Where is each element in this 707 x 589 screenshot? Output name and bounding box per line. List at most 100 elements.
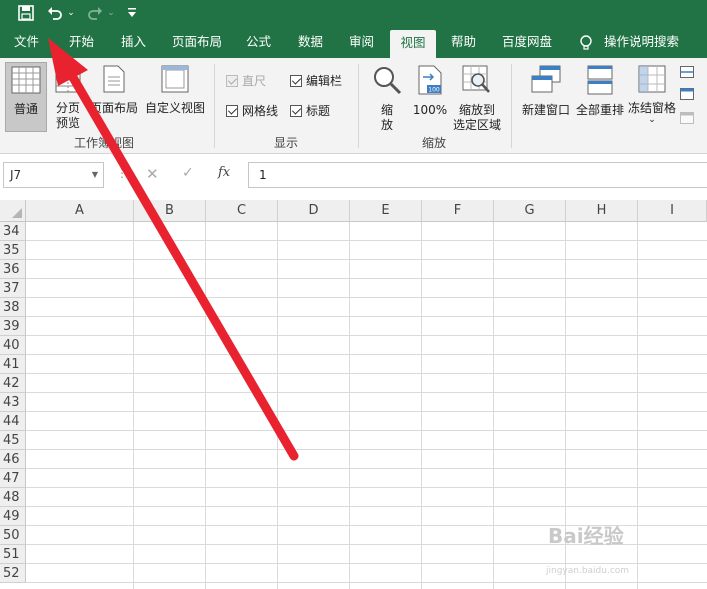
name-box-value: J7 — [10, 168, 22, 182]
tell-me-search[interactable]: 操作说明搜索 — [600, 26, 683, 58]
page-layout-view-button[interactable]: 页面布局 — [88, 62, 140, 132]
tab-formulas[interactable]: 公式 — [242, 26, 275, 58]
tab-home[interactable]: 开始 — [65, 26, 98, 58]
row-header[interactable]: 39 — [0, 317, 26, 336]
zoom-100-label: 100% — [412, 103, 448, 117]
row-header[interactable]: 40 — [0, 336, 26, 355]
unhide-button[interactable] — [680, 112, 707, 126]
row-header[interactable]: 51 — [0, 545, 26, 564]
row-header[interactable]: 36 — [0, 260, 26, 279]
column-header-e[interactable]: E — [350, 200, 422, 222]
freeze-panes-button[interactable]: 冻结窗格 ⌄ — [627, 62, 677, 132]
zoom-label-2: 放 — [380, 118, 393, 132]
zoom-label-1: 缩 — [380, 103, 393, 117]
column-header-g[interactable]: G — [494, 200, 566, 222]
gridline — [26, 449, 707, 450]
group-divider — [214, 64, 215, 148]
split-button[interactable] — [680, 66, 707, 80]
ruler-checkbox[interactable]: 直尺 — [226, 73, 266, 89]
gridline — [26, 468, 707, 469]
zoom-to-selection-button[interactable]: 缩放到 选定区域 — [451, 62, 503, 132]
enter-icon[interactable]: ✓ — [182, 165, 194, 181]
normal-view-label: 普通 — [13, 102, 38, 116]
row-header[interactable]: 38 — [0, 298, 26, 317]
new-window-icon — [518, 65, 574, 99]
row-header[interactable]: 48 — [0, 488, 26, 507]
row-header[interactable]: 49 — [0, 507, 26, 526]
hide-button[interactable] — [680, 88, 707, 102]
undo-icon[interactable] — [44, 2, 66, 24]
formula-bar: J7 ▼ ⋮ ✕ ✓ fx 1 — [0, 154, 707, 200]
row-header[interactable]: 42 — [0, 374, 26, 393]
gridline — [205, 222, 206, 589]
page-break-preview-button[interactable]: 分页 预览 — [50, 62, 86, 132]
zoom-group-label: 缩放 — [422, 136, 447, 150]
tab-review[interactable]: 审阅 — [345, 26, 378, 58]
row-header[interactable]: 43 — [0, 393, 26, 412]
freeze-panes-icon — [627, 65, 677, 97]
row-header[interactable]: 41 — [0, 355, 26, 374]
gridlines-checkbox[interactable]: 网格线 — [226, 103, 278, 119]
formula-bar-check-icon — [290, 75, 302, 87]
row-header[interactable]: 37 — [0, 279, 26, 298]
redo-dropdown-icon[interactable]: ⌄ — [106, 2, 116, 24]
zoom-selection-label-1: 缩放到 — [458, 103, 495, 117]
formula-bar-checkbox[interactable]: 编辑栏 — [290, 73, 342, 89]
gridline — [26, 411, 707, 412]
magnifier-icon — [366, 65, 408, 99]
select-all-button[interactable] — [0, 200, 26, 222]
gridlines-check-icon — [226, 105, 238, 117]
formula-bar-grip-icon[interactable]: ⋮ — [116, 166, 128, 180]
gridline — [349, 222, 350, 589]
new-window-button[interactable]: 新建窗口 — [518, 62, 574, 132]
custom-views-icon — [144, 65, 206, 97]
normal-view-icon — [6, 66, 46, 98]
customize-qat-icon[interactable] — [124, 2, 140, 24]
row-header[interactable]: 50 — [0, 526, 26, 545]
tab-data[interactable]: 数据 — [294, 26, 327, 58]
gridline — [26, 278, 707, 279]
normal-view-button[interactable]: 普通 — [5, 62, 47, 132]
gridline — [421, 222, 422, 589]
tab-page-layout[interactable]: 页面布局 — [168, 26, 226, 58]
row-header[interactable]: 47 — [0, 469, 26, 488]
tab-help[interactable]: 帮助 — [447, 26, 480, 58]
row-header[interactable]: 35 — [0, 241, 26, 260]
column-header-c[interactable]: C — [206, 200, 278, 222]
column-header-f[interactable]: F — [422, 200, 494, 222]
arrange-all-button[interactable]: 全部重排 — [575, 62, 625, 132]
insert-function-icon[interactable]: fx — [218, 165, 230, 180]
undo-dropdown-icon[interactable]: ⌄ — [66, 2, 76, 24]
column-header-b[interactable]: B — [134, 200, 206, 222]
row-header[interactable]: 46 — [0, 450, 26, 469]
tab-view[interactable]: 视图 — [390, 30, 436, 58]
column-header-i[interactable]: I — [638, 200, 707, 222]
column-header-h[interactable]: H — [566, 200, 638, 222]
name-box-dropdown-icon[interactable]: ▼ — [92, 163, 98, 187]
tab-insert[interactable]: 插入 — [117, 26, 150, 58]
name-box[interactable]: J7 ▼ — [3, 162, 104, 188]
row-header[interactable]: 44 — [0, 412, 26, 431]
workbook-views-group-label: 工作簿视图 — [74, 136, 135, 150]
row-header[interactable]: 52 — [0, 564, 26, 583]
row-header[interactable]: 34 — [0, 222, 26, 241]
save-icon[interactable] — [14, 2, 38, 24]
tab-baidu-netdisk[interactable]: 百度网盘 — [498, 26, 556, 58]
custom-views-button[interactable]: 自定义视图 — [144, 62, 206, 132]
lightbulb-icon[interactable] — [578, 34, 594, 52]
gridline — [26, 335, 707, 336]
tab-file[interactable]: 文件 — [10, 26, 43, 58]
zoom-selection-label-2: 选定区域 — [452, 118, 501, 132]
formula-bar-label: 编辑栏 — [306, 74, 343, 88]
headings-checkbox[interactable]: 标题 — [290, 103, 330, 119]
formula-input[interactable]: 1 — [248, 162, 707, 188]
page-break-label-1: 分页 — [55, 101, 80, 115]
redo-icon[interactable] — [84, 2, 106, 24]
group-divider — [511, 64, 512, 148]
column-header-a[interactable]: A — [26, 200, 134, 222]
zoom-100-button[interactable]: 100 100% — [410, 62, 450, 132]
cancel-icon[interactable]: ✕ — [146, 165, 159, 183]
column-header-d[interactable]: D — [278, 200, 350, 222]
zoom-button[interactable]: 缩 放 — [366, 62, 408, 132]
row-header[interactable]: 45 — [0, 431, 26, 450]
